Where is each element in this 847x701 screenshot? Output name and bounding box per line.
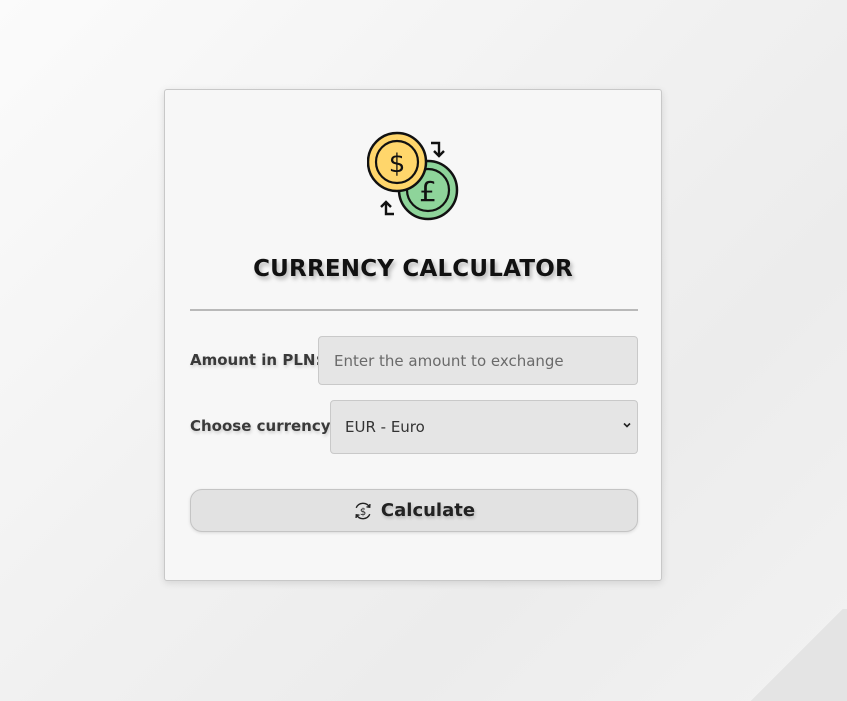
calculate-button-label: Calculate: [380, 500, 476, 521]
page-title: CURRENCY CALCULATOR: [253, 256, 573, 282]
calculator-card: £ $ CURRENCY CALCULATOR Amount in PLN: C…: [164, 89, 662, 581]
currency-select[interactable]: EUR - Euro: [330, 400, 638, 454]
amount-input[interactable]: [318, 336, 638, 385]
svg-text:£: £: [419, 175, 437, 208]
currency-label: Choose currency:: [190, 417, 337, 435]
calculate-button[interactable]: $ Calculate: [190, 489, 638, 532]
svg-text:$: $: [360, 507, 366, 518]
svg-text:$: $: [389, 149, 406, 179]
dollar-refresh-icon: $: [355, 502, 371, 519]
title-divider: [190, 309, 638, 311]
background-corner-shape: [747, 609, 847, 701]
currency-exchange-icon: £ $: [367, 131, 459, 221]
amount-label: Amount in PLN:: [190, 351, 322, 369]
